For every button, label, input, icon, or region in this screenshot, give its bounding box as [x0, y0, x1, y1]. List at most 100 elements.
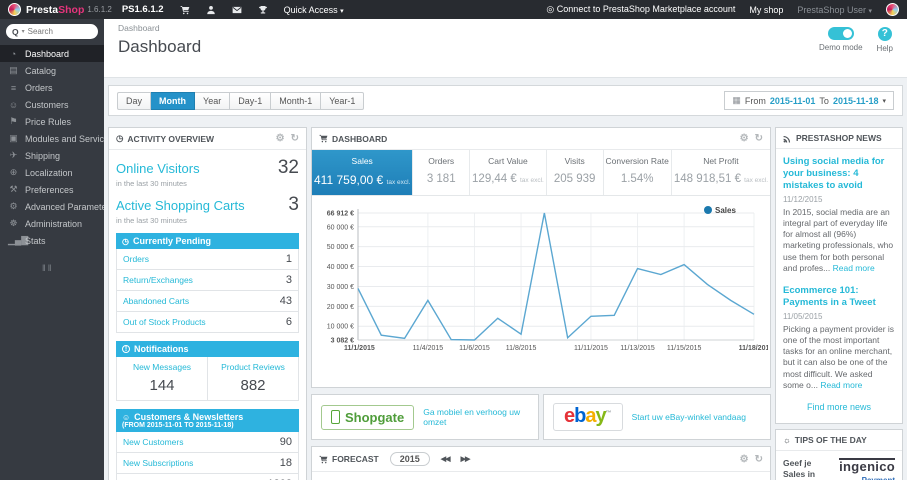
panel-settings-icon[interactable]: ⚙ [740, 454, 749, 465]
tab-sales[interactable]: Sales 411 759,00 € tax excl. [312, 150, 414, 195]
sidebar-item-catalog[interactable]: ▤ Catalog [0, 62, 104, 79]
breadcrumb[interactable]: Dashboard [118, 23, 893, 33]
active-carts-value: 3 [288, 194, 299, 215]
total-subscribers-row[interactable]: Total Subscribers1308 [117, 474, 298, 480]
tab-visits[interactable]: Visits 205 939 [547, 150, 604, 195]
panel-refresh-icon[interactable]: ↻ [755, 454, 763, 465]
search-scope-icon[interactable]: Q [12, 27, 19, 37]
sidebar-item-advanced-parameters[interactable]: ⚙ Advanced Parameters [0, 198, 104, 215]
sidebar-item-label: Preferences [25, 184, 74, 195]
new-subscriptions-row[interactable]: New Subscriptions 18 [117, 453, 298, 474]
sidebar-item-stats[interactable]: ▁▄▇ Stats [0, 232, 104, 249]
tab-orders[interactable]: Orders 3 181 [413, 150, 471, 195]
range-day-button[interactable]: Day [117, 91, 152, 110]
advanced-parameters-icon: ⚙ [9, 201, 18, 211]
localization-icon: ⊕ [9, 167, 18, 177]
user-avatar[interactable] [886, 3, 899, 16]
new-messages-cell[interactable]: New Messages 144 [117, 357, 207, 400]
demo-mode-toggle[interactable] [827, 27, 854, 40]
panel-refresh-icon[interactable]: ↻ [755, 133, 763, 144]
cart-icon [319, 134, 328, 143]
prestashop-news-panel: PRESTASHOP NEWS Using social media for y… [775, 127, 903, 424]
find-more-news-link[interactable]: Find more news [783, 402, 895, 412]
active-carts-link[interactable]: Active Shopping Carts [116, 198, 245, 213]
sidebar-item-shipping[interactable]: ✈ Shipping [0, 147, 104, 164]
tab-net-profit[interactable]: Net Profit 148 918,51 € tax excl. [672, 150, 770, 195]
sidebar-item-modules[interactable]: ▣ Modules and Services [0, 130, 104, 147]
date-range-toolbar: Day Month Year Day-1 Month-1 Year-1 ▦ Fr… [108, 85, 903, 116]
to-label: To [819, 95, 829, 106]
next-period-button[interactable]: ▶▶ [461, 455, 471, 463]
ebay-module-card: ebay™ Start uw eBay-winkel vandaag [543, 394, 771, 440]
notifications-section: ! Notifications New Messages 144 Product R… [116, 341, 299, 401]
trophy-icon[interactable] [258, 5, 268, 15]
sidebar-item-preferences[interactable]: ⚒ Preferences [0, 181, 104, 198]
product-reviews-cell[interactable]: Product Reviews 882 [207, 357, 298, 400]
collapse-sidebar-button[interactable]: ‖‖ [42, 263, 104, 273]
news-panel-title: PRESTASHOP NEWS [796, 133, 882, 143]
range-day-1-button[interactable]: Day-1 [230, 91, 272, 110]
from-label: From [744, 95, 766, 106]
tab-cart-value[interactable]: Cart Value 129,44 € tax excl. [470, 150, 547, 195]
svg-text:11/15/2015: 11/15/2015 [667, 345, 702, 352]
sidebar-item-administration[interactable]: ☸ Administration [0, 215, 104, 232]
user-menu[interactable]: PrestaShop User ▾ [797, 5, 872, 15]
sidebar-search[interactable]: Q ▾ [6, 24, 98, 39]
page-title: Dashboard [118, 37, 202, 56]
prestashop-logo-icon [8, 3, 21, 16]
read-more-link[interactable]: Read more [833, 263, 875, 273]
cart-icon[interactable] [180, 5, 190, 15]
section-title: Notifications [134, 344, 189, 354]
person-icon: ☺ [122, 412, 131, 422]
sidebar-item-localization[interactable]: ⊕ Localization [0, 164, 104, 181]
sidebar-item-label: Localization [25, 167, 73, 178]
tab-conversion-rate[interactable]: Conversion Rate 1.54% [604, 150, 672, 195]
pending-orders-row[interactable]: Orders 1 [117, 249, 298, 270]
panel-settings-icon[interactable]: ⚙ [276, 133, 285, 144]
panel-refresh-icon[interactable]: ↻ [291, 133, 299, 144]
range-month-1-button[interactable]: Month-1 [271, 91, 322, 110]
sidebar-item-customers[interactable]: ☺ Customers [0, 96, 104, 113]
previous-period-button[interactable]: ◀◀ [441, 455, 451, 463]
sidebar-item-orders[interactable]: ≡ Orders [0, 79, 104, 96]
ebay-link[interactable]: Start uw eBay-winkel vandaag [632, 412, 746, 422]
forecast-year[interactable]: 2015 [389, 452, 430, 466]
section-title: Currently Pending [132, 236, 211, 246]
article-title-link[interactable]: Using social media for your business: 4 … [783, 156, 895, 192]
my-shop-link[interactable]: My shop [749, 5, 783, 15]
date-range-picker[interactable]: ▦ From 2015-11-01 To 2015-11-18 ▾ [724, 91, 894, 110]
phone-icon [331, 410, 340, 424]
abandoned-carts-row[interactable]: Abandoned Carts 43 [117, 291, 298, 312]
online-visitors-link[interactable]: Online Visitors [116, 161, 200, 176]
shopgate-link[interactable]: Ga mobiel en verhoog uw omzet [423, 407, 529, 427]
shopgate-logo: Shopgate [321, 404, 415, 430]
brand-name: PrestaShop [26, 3, 85, 16]
new-customers-row[interactable]: New Customers 90 [117, 432, 298, 453]
article-date: 11/12/2015 [783, 194, 823, 204]
range-year-1-button[interactable]: Year-1 [321, 91, 365, 110]
sidebar-item-dashboard[interactable]: ◔ Dashboard [0, 45, 104, 62]
currently-pending-section: ◷ Currently Pending Orders 1 Return/Exchan… [116, 233, 299, 333]
sidebar-item-label: Shipping [25, 150, 61, 161]
ebay-logo: ebay™ [553, 403, 623, 431]
quick-access-menu[interactable]: Quick Access ▾ [284, 5, 344, 15]
customers-quick-icon[interactable] [206, 5, 216, 15]
chevron-down-icon: ▾ [868, 7, 872, 15]
sidebar-item-price-rules[interactable]: ⚑ Price Rules [0, 113, 104, 130]
search-input[interactable] [27, 27, 80, 36]
calendar-icon: ▦ [732, 95, 741, 105]
range-month-button[interactable]: Month [151, 91, 196, 110]
read-more-link[interactable]: Read more [820, 380, 862, 390]
marketplace-connect-link[interactable]: ◎ Connect to PrestaShop Marketplace acco… [546, 4, 735, 15]
article-title-link[interactable]: Ecommerce 101: Payments in a Tweet [783, 285, 895, 309]
out-of-stock-row[interactable]: Out of Stock Products 6 [117, 312, 298, 332]
catalog-icon: ▤ [9, 65, 18, 75]
modules-icon: ▣ [9, 133, 18, 143]
help-icon[interactable]: ? [877, 27, 892, 41]
messages-icon[interactable] [232, 5, 242, 15]
range-year-button[interactable]: Year [195, 91, 231, 110]
pending-returns-row[interactable]: Return/Exchanges 3 [117, 270, 298, 291]
panel-settings-icon[interactable]: ⚙ [740, 133, 749, 144]
svg-text:11/8/2015: 11/8/2015 [506, 345, 537, 352]
svg-text:50 000 €: 50 000 € [327, 244, 354, 251]
